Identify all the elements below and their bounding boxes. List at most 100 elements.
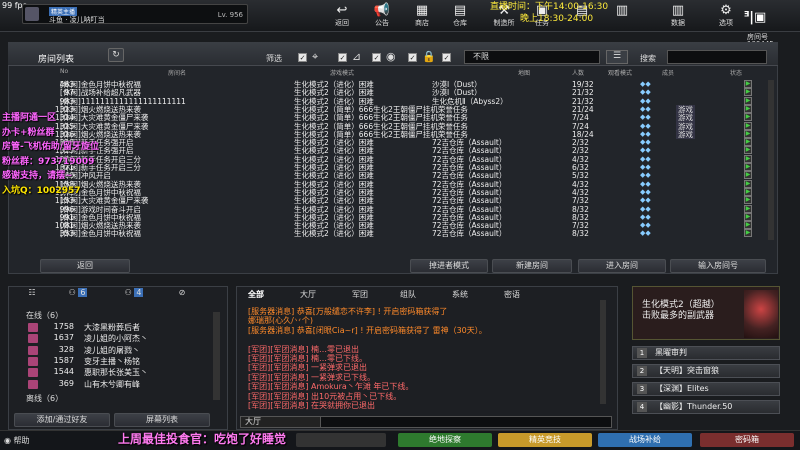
rank-item[interactable]: 1 黑曜审判	[632, 346, 780, 360]
play-icon[interactable]: ▶	[744, 212, 752, 221]
nav-2-button[interactable]: ▦ 商店	[402, 3, 442, 30]
filter-check-4[interactable]: ✓	[408, 53, 417, 62]
friend-name: 大漆黑粉葬后者	[84, 323, 140, 332]
play-icon[interactable]: ▶	[744, 138, 752, 147]
overlay-line: 主播阿通一区	[2, 113, 57, 123]
friend-level: 1587	[53, 355, 74, 365]
friend-name: 惠职那长张美玉丶	[84, 368, 148, 378]
room-list-title: 房间列表	[38, 55, 75, 65]
help-button[interactable]: ◉ 帮助	[4, 435, 30, 446]
sniper-icon: ⌖	[312, 50, 319, 63]
col-5: 观看模式	[608, 70, 633, 77]
play-icon[interactable]: ▶	[744, 229, 752, 238]
filter-check-1[interactable]: ✓	[298, 53, 307, 62]
friend-level: 1637	[53, 333, 74, 343]
chat-tab-4[interactable]: 系统	[452, 289, 468, 300]
friend-scrollbar[interactable]	[213, 312, 220, 400]
friend-name: 凌儿姐的屠戮丶	[84, 345, 140, 355]
rank-item[interactable]: 2 【天明】突击窗狼	[632, 364, 780, 378]
chat-line: [服务器消息] 恭喜[闭眼Cia~r] ! 开启密码箱获得了 雷神（30天）。	[248, 325, 487, 335]
search-label: 搜索	[640, 54, 656, 63]
friend-name: 山有木兮卿有峰	[84, 379, 140, 389]
play-icon[interactable]: ▶	[744, 179, 752, 188]
play-icon[interactable]: ▶	[744, 88, 752, 97]
col-7: 状态	[730, 70, 743, 77]
bottom-button-2[interactable]: 精英竞技	[498, 433, 592, 447]
nav-3-button[interactable]: ▤ 仓库	[440, 3, 480, 30]
nav-2-icon: ▦	[415, 3, 429, 18]
bottom-button-3[interactable]: 战场补给	[598, 433, 692, 447]
menu-button[interactable]: ☰	[606, 50, 628, 64]
room-row[interactable]: 353 [休闲]金色月饼中秋祝福 生化模式2（进化）困难 72吉仓库（Assault）…	[40, 229, 780, 238]
bottom-button-1[interactable]: 绝地探察	[398, 433, 492, 447]
new-room-button[interactable]: 新建房间	[492, 259, 572, 273]
block-list-button[interactable]: 屏幕列表	[114, 413, 210, 427]
bottom-button-4[interactable]: 密码箱	[700, 433, 794, 447]
chat-tab-5[interactable]: 密语	[504, 289, 520, 300]
tab-list-icon[interactable]: ☷	[10, 288, 54, 300]
player-name: 斗鱼 · 凌儿呐叮当	[49, 16, 105, 24]
add-friend-button[interactable]: 添加/通过好友	[14, 413, 110, 427]
enter-room-button[interactable]: 进入房间	[578, 259, 666, 273]
play-icon[interactable]: ▶	[744, 129, 752, 138]
play-icon[interactable]: ▶	[744, 204, 752, 213]
chat-tab-1[interactable]: 大厅	[300, 289, 316, 300]
friend-level: 1758	[53, 322, 74, 331]
room-logo-icon: ᴲ|▣	[743, 10, 767, 25]
play-icon[interactable]: ▶	[744, 171, 752, 180]
filter-check-3[interactable]: ✓	[372, 53, 381, 62]
nav-8-icon: ▥	[671, 3, 685, 18]
online-header[interactable]: 在线（6）	[26, 310, 63, 321]
stream-schedule: 直播时间：下午14:00-16:30 晚上18:30-24:00	[490, 1, 608, 25]
rank-item[interactable]: 4 【幽影】Thunder.50	[632, 400, 780, 414]
search-input[interactable]	[667, 50, 767, 64]
back-button[interactable]: 返回	[40, 259, 130, 273]
rank-number: 2	[637, 366, 647, 376]
play-icon[interactable]: ▶	[744, 104, 752, 113]
filter-check-5[interactable]: ✓	[442, 53, 451, 62]
play-icon[interactable]: ▶	[744, 96, 752, 105]
play-icon[interactable]: ▶	[744, 80, 752, 88]
enter-room-number-button[interactable]: 输入房间号	[670, 259, 766, 273]
chat-scrollbar[interactable]	[600, 300, 606, 404]
play-icon[interactable]: ▶	[744, 221, 752, 230]
friend-avatar-icon	[28, 356, 38, 366]
play-icon[interactable]: ▶	[744, 146, 752, 155]
play-icon[interactable]: ▶	[744, 187, 752, 196]
chat-tab-0[interactable]: 全部	[248, 289, 264, 300]
room-list-scrollbar[interactable]	[768, 80, 774, 240]
friend-avatar-icon	[28, 323, 38, 332]
player-card[interactable]: 精英主播 斗鱼 · 凌儿呐叮当 Lv. 956	[22, 4, 248, 24]
chat-tab-3[interactable]: 组队	[400, 289, 416, 300]
overlay-line: 房管-飞机佑助/留牙旋位	[2, 142, 100, 152]
refresh-button[interactable]: ↻	[108, 48, 124, 62]
col-6: 成员	[662, 70, 675, 77]
nav-1-button[interactable]: 📢 公告	[362, 3, 402, 30]
filter-check-2[interactable]: ✓	[338, 53, 347, 62]
play-icon[interactable]: ▶	[744, 196, 752, 205]
tab-friends-icon[interactable]: ⚇ 6	[56, 288, 100, 300]
rank-number: 1	[637, 348, 647, 358]
tab-guild-icon[interactable]: ⚇ 4	[112, 288, 156, 300]
play-icon[interactable]: ▶	[744, 113, 752, 122]
tab-block-icon[interactable]: ⊘	[160, 288, 204, 300]
nav-8-button[interactable]: ▥ 数据	[658, 3, 698, 30]
play-icon[interactable]: ▶	[744, 154, 752, 163]
nav-3-label: 仓库	[453, 19, 467, 27]
chat-tab-2[interactable]: 军团	[352, 289, 368, 300]
friend-name: 变牙主播丶杨铭	[84, 356, 140, 366]
rank-name: 【深渊】Elites	[655, 384, 709, 393]
rank-name: 【天明】突击窗狼	[655, 366, 719, 375]
nav-3-icon: ▤	[453, 3, 467, 18]
nav-9-label: 选项	[719, 19, 733, 27]
observer-mode-button[interactable]: 掉进者模式	[410, 259, 488, 273]
chat-channel-select[interactable]: 大厅	[241, 417, 321, 427]
play-icon[interactable]: ▶	[744, 121, 752, 130]
rank-item[interactable]: 3 【深渊】Elites	[632, 382, 780, 396]
bottom-button-0[interactable]	[296, 433, 386, 447]
play-icon[interactable]: ▶	[744, 163, 752, 171]
offline-header[interactable]: 离线（6）	[26, 393, 63, 404]
nav-8-label: 数据	[671, 19, 685, 27]
nav-0-button[interactable]: ↩ 返回	[322, 3, 362, 30]
mode-filter-select[interactable]: 不限	[464, 50, 600, 64]
